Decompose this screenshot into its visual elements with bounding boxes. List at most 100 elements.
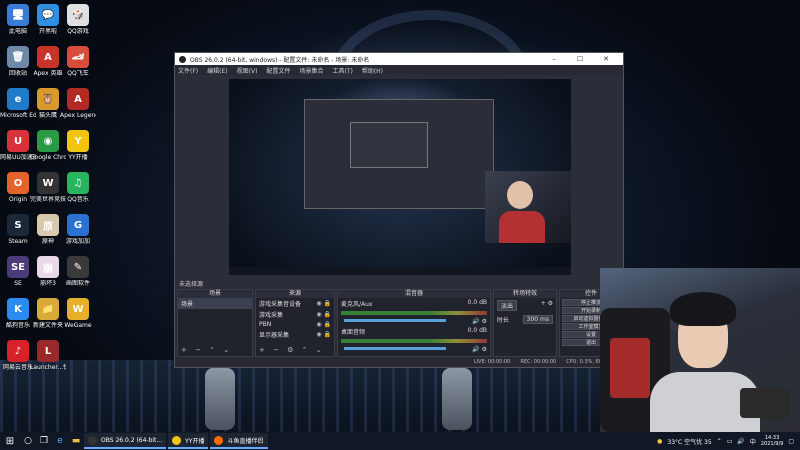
speaker-icon[interactable]: 🔊 ⚙ — [472, 318, 487, 325]
rec-status: REC: 00:00:00 — [520, 359, 557, 365]
desktop-app-icon: ♫ — [67, 172, 89, 194]
obs-statusbar: LIVE: 00:00:00 REC: 00:00:00 CPU: 0.3%, … — [175, 357, 623, 367]
transitions-title: 转场特效 — [494, 290, 556, 298]
obs-window[interactable]: OBS 26.0.2 (64-bit, windows) - 配置文件: 未命名… — [174, 52, 624, 368]
ime-indicator[interactable]: 中 — [750, 437, 756, 446]
weather-icon[interactable]: ● — [657, 438, 662, 445]
desktop-icon-label: YY开播 — [68, 154, 88, 161]
scenes-toolbar[interactable]: + − ⌃ ⌄ — [181, 346, 232, 354]
taskbar-app[interactable]: 斗鱼直播伴侣 — [210, 433, 268, 449]
desktop-icon[interactable]: 🎲 QQ游戏 — [60, 4, 96, 35]
visibility-eye-icon[interactable]: ◉ 🔒 — [316, 331, 331, 338]
menu-item[interactable]: 视图(V) — [237, 66, 258, 75]
desktop-icon[interactable]: A Apex Legends — [60, 88, 96, 119]
notification-icon[interactable]: ▢ — [788, 438, 794, 445]
desktop-icon-label: WeGame — [64, 322, 92, 329]
audio-level-meter — [341, 311, 487, 315]
source-item[interactable]: 游戏采集 ◉ 🔒 — [256, 309, 334, 320]
no-source-selected-label: 未选择源 — [179, 281, 204, 288]
desktop-icon[interactable]: L Launcher...快捷方式 — [30, 340, 66, 371]
taskbar-app-label: YY开播 — [185, 437, 205, 445]
sources-toolbar[interactable]: + − ⚙ ⌃ ⌄ — [259, 346, 325, 354]
source-label: PBN — [259, 321, 272, 328]
minimize-icon[interactable]: – — [541, 55, 567, 63]
menu-item[interactable]: 工具(T) — [332, 66, 352, 75]
desktop-app-icon: 🦉 — [37, 88, 59, 110]
duration-label: 时长 — [497, 317, 510, 324]
source-label: 显示器采集 — [259, 332, 290, 339]
visibility-eye-icon[interactable]: ◉ 🔒 — [316, 321, 331, 328]
weather-text[interactable]: 33°C 空气优 35 — [667, 437, 711, 446]
desktop-app-icon: 🖥 — [7, 4, 29, 26]
desktop-app-icon: 💬 — [37, 4, 59, 26]
visibility-eye-icon[interactable]: ◉ 🔒 — [316, 300, 331, 307]
wallpaper-robot-leg-right — [442, 368, 472, 430]
preview-nested-obs — [304, 99, 494, 209]
source-item[interactable]: PBN ◉ 🔒 — [256, 320, 334, 329]
desktop-app-icon: ✎ — [67, 256, 89, 278]
source-label: 游戏采集 — [259, 312, 284, 319]
speaker-icon[interactable]: 🔊 ⚙ — [472, 346, 487, 353]
maximize-icon[interactable]: ☐ — [567, 55, 593, 63]
menu-item[interactable]: 文件(F) — [178, 66, 198, 75]
desktop-app-icon: 📁 — [37, 298, 59, 320]
mixer-channel: 麦克风/Aux 0.0 dB — [338, 298, 490, 309]
desktop-icon[interactable]: ✎ 画图软件 — [60, 256, 96, 287]
clock[interactable]: 14:33 2021/9/9 — [761, 435, 783, 447]
menu-item[interactable]: 场景集合 — [299, 66, 323, 75]
desktop-app-icon: 🏎 — [67, 46, 89, 68]
menu-item[interactable]: 编辑(E) — [207, 66, 227, 75]
transition-type-select[interactable]: 淡出 — [497, 300, 518, 311]
desktop-app-icon: O — [7, 172, 29, 194]
source-item[interactable]: 显示器采集 ◉ 🔒 — [256, 329, 334, 340]
file-explorer-icon[interactable]: ▬ — [68, 436, 84, 446]
tray-expand-icon[interactable]: ⌃ — [717, 438, 722, 445]
wallpaper-robot-leg-left — [205, 368, 235, 430]
menu-item[interactable]: 帮助(H) — [362, 66, 383, 75]
volume-slider[interactable] — [344, 347, 447, 350]
mixer-channel: 桌面音频 0.0 dB — [338, 326, 490, 337]
system-tray: ● 33°C 空气优 35 ⌃ ▭ 🔊 中 14:33 2021/9/9 ▢ — [657, 435, 800, 447]
transition-add-icon[interactable]: + ⚙ — [541, 300, 553, 311]
volume-slider[interactable] — [344, 319, 447, 322]
obs-window-title: OBS 26.0.2 (64-bit, windows) - 配置文件: 未命名… — [190, 56, 370, 64]
preview-taskbar — [229, 267, 571, 275]
desktop-app-icon: SE — [7, 256, 29, 278]
scenes-title: 场景 — [178, 290, 252, 298]
obs-titlebar[interactable]: OBS 26.0.2 (64-bit, windows) - 配置文件: 未命名… — [175, 53, 623, 65]
search-icon[interactable]: ○ — [20, 436, 36, 446]
taskbar-app-icon — [88, 435, 97, 445]
taskbar-app[interactable]: OBS 26.0.2 (64-bit... — [84, 433, 167, 449]
taskbar-app[interactable]: YY开播 — [168, 433, 209, 449]
desktop-icon[interactable]: 🏎 QQ飞车 — [60, 46, 96, 77]
scene-item[interactable]: 场景 — [178, 298, 252, 309]
menu-item[interactable]: 配置文件 — [266, 66, 290, 75]
desktop-icon[interactable]: Y YY开播 — [60, 130, 96, 161]
sources-title: 来源 — [256, 290, 334, 298]
network-icon[interactable]: ▭ — [727, 438, 733, 445]
close-icon[interactable]: ✕ — [593, 55, 619, 63]
desktop-icon[interactable]: W WeGame — [60, 298, 96, 329]
desktop-app-icon: G — [67, 214, 89, 236]
task-view-icon[interactable]: ❐ — [36, 436, 52, 446]
desktop-app-icon: K — [7, 298, 29, 320]
desktop-icon[interactable]: ♫ QQ音乐 — [60, 172, 96, 203]
sources-dock: 来源 游戏采集音设备 ◉ 🔒 游戏采集 ◉ 🔒 PBN ◉ 🔒 显示器采集 ◉ 🔒 + − ⚙… — [255, 289, 335, 357]
source-item[interactable]: 游戏采集音设备 ◉ 🔒 — [256, 298, 334, 309]
visibility-eye-icon[interactable]: ◉ 🔒 — [316, 311, 331, 318]
windows-start-icon[interactable]: ⊞ — [0, 436, 20, 447]
duration-input[interactable]: 300 ms — [522, 315, 553, 324]
desktop-icon[interactable]: G 游戏加加 — [60, 214, 96, 245]
taskbar: ⊞ ○ ❐ e ▬ OBS 26.0.2 (64-bit... YY开播 斗鱼直播伴… — [0, 432, 800, 450]
mixer-channel-name: 桌面音频 — [341, 329, 366, 336]
preview-webcam-shirt — [499, 211, 545, 243]
edge-icon[interactable]: e — [52, 436, 68, 446]
desktop-app-icon: W — [37, 172, 59, 194]
desktop-icon-label: QQ音乐 — [67, 196, 89, 203]
volume-icon[interactable]: 🔊 — [737, 438, 744, 445]
obs-preview[interactable] — [229, 79, 571, 275]
obs-app-icon — [179, 55, 186, 63]
desktop-icon-label: Apex Legends — [60, 112, 96, 119]
desktop-app-icon: Y — [67, 130, 89, 152]
mixer-channel-db: 0.0 dB — [467, 327, 487, 334]
